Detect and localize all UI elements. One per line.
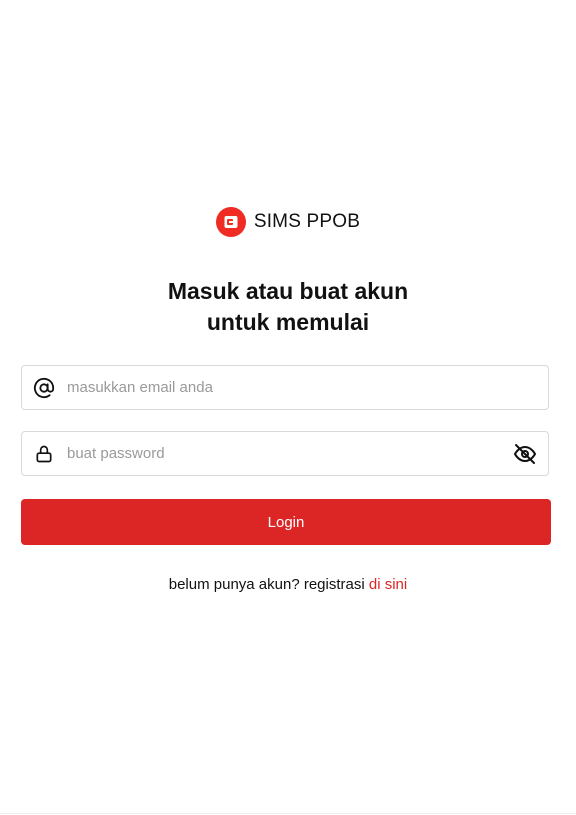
brand-logo-icon	[215, 207, 246, 237]
email-input[interactable]	[67, 366, 548, 409]
lock-icon	[33, 443, 55, 465]
register-prompt-text: belum punya akun? registrasi	[168, 576, 369, 593]
login-button[interactable]: Login	[21, 499, 551, 545]
at-sign-icon	[33, 377, 55, 399]
register-link[interactable]: di sini	[369, 576, 407, 593]
password-input[interactable]	[67, 432, 513, 475]
email-field[interactable]	[21, 365, 549, 410]
page-heading: Masuk atau buat akun untuk memulai	[0, 276, 576, 338]
heading-line-2: untuk memulai	[206, 309, 370, 335]
login-page: SIMS PPOB Masuk atau buat akun untuk mem…	[0, 0, 576, 815]
register-prompt: belum punya akun? registrasi di sini	[0, 576, 576, 593]
heading-line-1: Masuk atau buat akun	[167, 278, 409, 304]
brand-name: SIMS PPOB	[253, 211, 361, 232]
bottom-divider	[0, 813, 576, 814]
brand-header: SIMS PPOB	[0, 207, 576, 237]
password-field[interactable]	[21, 431, 549, 476]
eye-off-icon[interactable]	[513, 442, 537, 466]
